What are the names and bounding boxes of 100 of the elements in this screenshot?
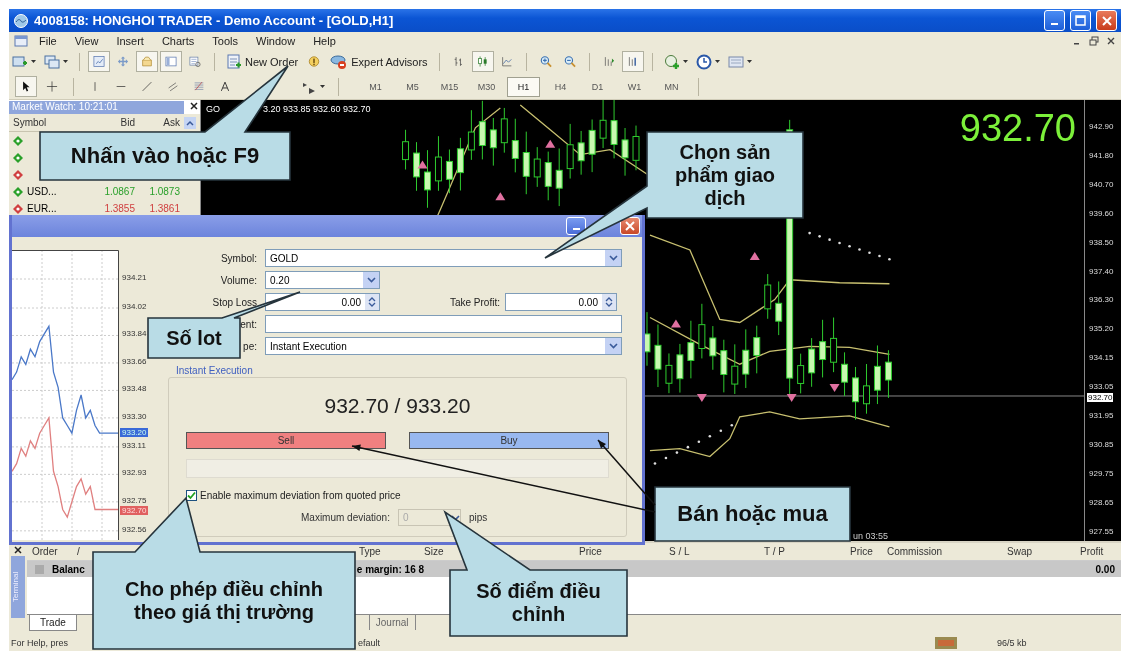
caret-icon <box>320 84 325 89</box>
triangle-marker <box>545 139 556 148</box>
candlestick <box>852 366 859 421</box>
timeframe-button[interactable]: MN <box>655 76 688 97</box>
column-header[interactable]: Symbol <box>9 117 85 128</box>
axis-label: 938.50 <box>1089 237 1114 247</box>
candlestick <box>841 351 849 397</box>
candlestick <box>489 117 497 167</box>
sell-button[interactable]: Sell <box>186 432 386 449</box>
triangle-marker <box>495 192 506 201</box>
axis-label: 937.40 <box>1089 266 1114 276</box>
cursor-icon[interactable] <box>15 76 37 97</box>
current-price: 932.70 <box>959 109 1076 147</box>
column-header[interactable]: Ask <box>135 117 180 128</box>
axis-label: 932.75 <box>121 495 148 505</box>
column-header[interactable]: T / P <box>732 546 822 557</box>
balance-icon <box>35 564 44 574</box>
axis-label: 934.02 <box>121 302 148 311</box>
candlestick <box>511 118 519 173</box>
candlestick <box>863 363 870 415</box>
unit-label: pips <box>468 512 488 523</box>
axis-label: 932.56 <box>121 524 148 534</box>
candlestick <box>830 317 838 373</box>
column-header[interactable]: Price <box>542 546 642 557</box>
candlestick <box>577 130 585 176</box>
ask-cell-text: 1.0873 <box>148 186 180 197</box>
scroll-up-icon[interactable] <box>184 116 196 129</box>
timeframe-button[interactable]: M1 <box>359 76 392 97</box>
terminal-tab[interactable]: Journal <box>368 615 416 630</box>
panel-title: Terminal <box>11 556 25 618</box>
candlestick <box>808 337 816 388</box>
candlestick-icon[interactable] <box>471 51 494 72</box>
column-header[interactable]: Price <box>822 546 882 557</box>
axis-label: 933.66 <box>121 356 148 366</box>
new-order-button[interactable]: New Order <box>223 51 302 72</box>
market-watch-icon[interactable] <box>88 51 110 72</box>
minimize-button[interactable] <box>1044 10 1065 31</box>
profiles-icon <box>44 53 60 70</box>
expert-advisors-button[interactable]: Expert Advisors <box>327 51 431 72</box>
caret-icon <box>608 343 618 349</box>
candlestick <box>478 100 486 160</box>
column-header[interactable]: Type <box>357 546 417 557</box>
axis-label: 933.30 <box>121 411 148 421</box>
maximize-button[interactable] <box>1070 10 1091 31</box>
column-header[interactable]: S / L <box>642 546 732 557</box>
menu-item[interactable]: File <box>31 33 65 48</box>
type-dropdown[interactable]: Instant Execution <box>265 337 622 355</box>
triangle-marker <box>696 394 707 402</box>
menu-item[interactable]: Help <box>305 33 344 48</box>
axis-label: 942.90 <box>1089 122 1114 131</box>
menu-item[interactable]: Tools <box>204 33 246 48</box>
timeframe-button[interactable]: M5 <box>396 76 429 97</box>
volume-dropdown[interactable]: 0.20 <box>265 271 380 289</box>
close-icon <box>625 221 635 231</box>
spinner-arrows-icon <box>605 296 613 308</box>
minimize-button[interactable] <box>566 217 586 235</box>
close-button[interactable] <box>1096 10 1117 31</box>
connection-icon <box>935 637 958 649</box>
chart-shift-icon[interactable] <box>621 51 644 72</box>
callout-text: Cho phép điều chỉnh theo giá thị trường <box>124 577 324 624</box>
column-header[interactable]: Bid <box>85 117 135 128</box>
column-header[interactable]: Order <box>27 546 72 557</box>
candlestick <box>665 352 673 394</box>
symbol-dropdown[interactable]: GOLD <box>265 249 622 267</box>
close-icon[interactable] <box>14 546 22 554</box>
candlestick <box>676 343 684 394</box>
take-profit-spinner[interactable]: 0.00 <box>505 293 617 311</box>
navigator-icon[interactable] <box>136 51 158 72</box>
menu-item[interactable]: Window <box>248 33 304 48</box>
app-icon <box>13 12 29 29</box>
templates-icon <box>727 53 744 70</box>
terminal-icon[interactable] <box>160 51 182 72</box>
close-button[interactable] <box>620 217 640 235</box>
field-label: Symbol: <box>219 252 257 264</box>
timeframe-button[interactable]: W1 <box>618 76 651 97</box>
table-cell: Balanc <box>52 563 85 575</box>
timeframe-button[interactable]: D1 <box>581 76 614 97</box>
menu-item[interactable]: Charts <box>153 33 203 48</box>
close-icon[interactable] <box>190 102 198 110</box>
timeframe-button[interactable]: H4 <box>544 76 577 97</box>
axis-label: 931.95 <box>1089 411 1114 420</box>
column-header[interactable]: Size <box>417 546 542 557</box>
column-header[interactable]: Commission <box>882 546 972 557</box>
buy-button[interactable]: Buy <box>409 432 609 449</box>
column-header[interactable]: Profit <box>1072 546 1117 557</box>
comment-field[interactable] <box>265 315 622 333</box>
timeframe-button[interactable]: M15 <box>433 76 466 97</box>
restore-icon[interactable] <box>1087 34 1101 47</box>
stop-loss-spinner[interactable]: 0.00 <box>265 293 380 311</box>
candlestick <box>632 125 640 171</box>
terminal-tab[interactable]: Trade <box>29 615 77 631</box>
menu-item[interactable]: Insert <box>108 33 152 48</box>
candlestick <box>522 131 530 195</box>
column-header[interactable]: Swap <box>972 546 1072 557</box>
axis-label: 933.11 <box>121 440 147 450</box>
checkbox[interactable] <box>186 490 197 501</box>
menu-item[interactable]: View <box>66 33 107 48</box>
timeframe-button[interactable]: H1 <box>507 76 540 97</box>
timeframe-button[interactable]: M30 <box>470 76 503 97</box>
triangle-marker <box>670 319 681 328</box>
